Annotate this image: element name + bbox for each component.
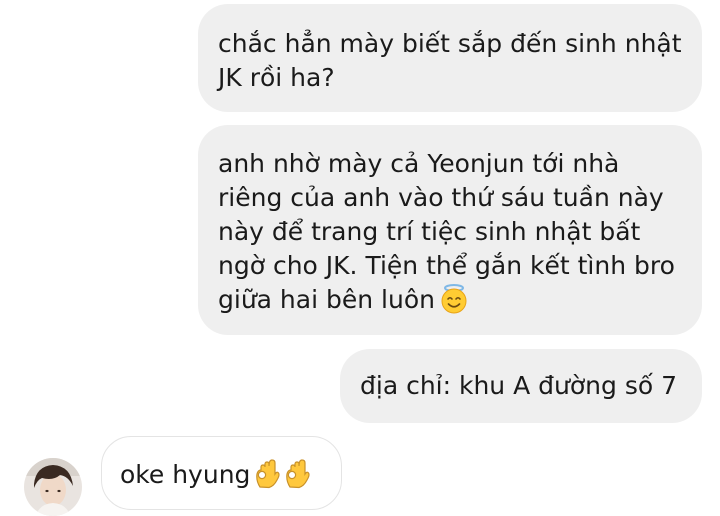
ok-hand-icon [284,457,311,498]
message-text: chắc hẳn mày biết sắp đến sinh nhật JK r… [218,29,690,92]
sent-message-bubble[interactable]: anh nhờ mày cả Yeonjun tới nhà riêng của… [198,125,702,335]
sent-message-bubble[interactable]: địa chỉ: khu A đường số 7 [340,349,702,423]
message-text: địa chỉ: khu A đường số 7 [360,371,677,400]
avatar[interactable] [24,458,82,516]
message-text: oke hyung [120,460,251,489]
smiling-face-with-halo-icon [439,284,469,323]
ok-hand-icon [254,457,281,498]
received-message-bubble[interactable]: oke hyung [101,436,342,510]
chat-thread: chắc hẳn mày biết sắp đến sinh nhật JK r… [0,0,720,516]
sent-message-bubble[interactable]: chắc hẳn mày biết sắp đến sinh nhật JK r… [198,4,702,112]
